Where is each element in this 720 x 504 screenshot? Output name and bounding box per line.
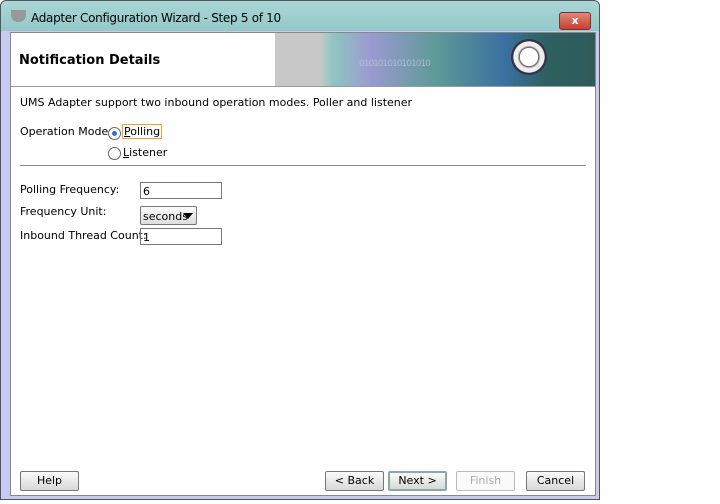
- banner-text: 010101010101010: [359, 59, 431, 69]
- listener-label[interactable]: Listener: [123, 146, 167, 159]
- title-bar: Adapter Configuration Wizard - Step 5 of…: [1, 1, 599, 31]
- header-banner-image: 010101010101010: [275, 33, 595, 86]
- wizard-header: Notification Details 010101010101010: [11, 33, 595, 87]
- help-button[interactable]: Help: [20, 471, 79, 491]
- frequency-unit-label: Frequency Unit:: [20, 205, 107, 218]
- operation-mode-label: Operation Mode:: [20, 125, 112, 138]
- dropdown-arrow-icon: [183, 213, 193, 219]
- finish-button[interactable]: Finish: [456, 471, 515, 491]
- page-title: Notification Details: [19, 53, 161, 68]
- wizard-content: Notification Details 010101010101010 UMS…: [10, 32, 596, 496]
- gear-icon: [511, 39, 547, 75]
- inbound-thread-count-input[interactable]: 1: [140, 228, 222, 245]
- divider: [20, 165, 586, 166]
- polling-radio[interactable]: [108, 127, 121, 140]
- listener-radio[interactable]: [108, 147, 121, 160]
- window-title: Adapter Configuration Wizard - Step 5 of…: [31, 11, 281, 25]
- next-button[interactable]: Next >: [388, 471, 447, 491]
- cancel-button[interactable]: Cancel: [526, 471, 585, 491]
- frequency-unit-value: seconds: [143, 210, 188, 223]
- close-button[interactable]: x: [559, 12, 591, 30]
- wizard-window: Adapter Configuration Wizard - Step 5 of…: [0, 0, 600, 500]
- polling-label[interactable]: Polling: [122, 124, 163, 139]
- polling-frequency-input[interactable]: 6: [140, 182, 222, 199]
- back-button[interactable]: < Back: [325, 471, 384, 491]
- frequency-unit-select[interactable]: seconds: [140, 206, 197, 225]
- inbound-thread-count-label: Inbound Thread Count:: [20, 229, 147, 242]
- app-icon: [11, 10, 26, 22]
- polling-frequency-label: Polling Frequency:: [20, 183, 120, 196]
- description-text: UMS Adapter support two inbound operatio…: [20, 96, 413, 109]
